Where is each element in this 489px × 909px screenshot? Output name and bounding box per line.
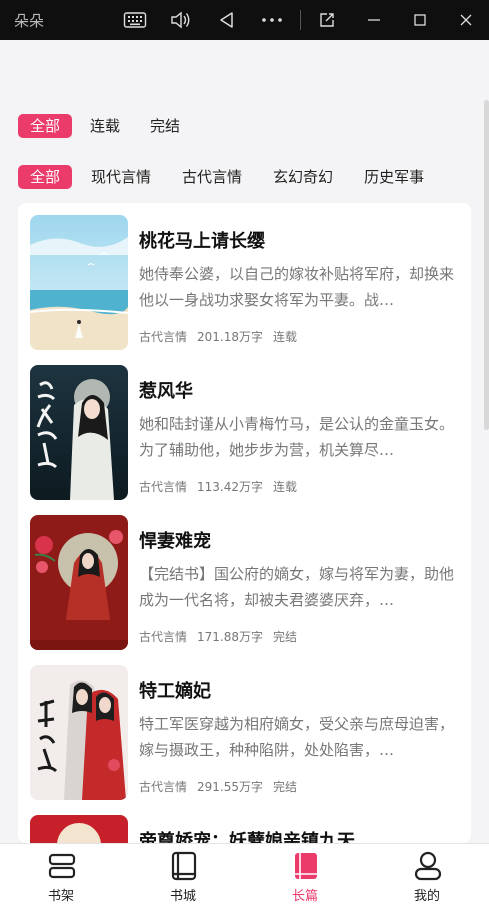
close-icon[interactable]: [452, 6, 480, 34]
book-word-count: 171.88万字: [197, 630, 264, 644]
book-description: 特工军医穿越为相府嫡女，受父亲与庶母迫害，嫁与摄政王，种种陷阱，处处陷害，…: [139, 715, 455, 759]
book-word-count: 113.42万字: [197, 480, 264, 494]
book-meta: 古代言情 113.42万字 连载: [139, 478, 307, 495]
book-description: 她侍奉公婆，以自己的嫁妆补贴将军府，却换来他以一身战功求娶女将军为平妻。战…: [139, 265, 455, 309]
book-status: 连载: [273, 330, 298, 344]
book-icon: [290, 850, 322, 882]
nav-bookshelf[interactable]: 书架: [0, 844, 122, 909]
book-title[interactable]: 悍妻难宠: [139, 527, 211, 553]
minimize-icon[interactable]: [360, 6, 388, 34]
list-item[interactable]: 悍妻难宠 【完结书】国公府的嫡女，嫁与将军为妻，助他成为一代名将，却被夫君婆婆厌…: [30, 515, 460, 651]
book-genre: 古代言情: [139, 780, 188, 794]
nav-label: 书架: [47, 889, 74, 904]
nav-bookstore[interactable]: 书城: [122, 844, 244, 909]
book-status: 完结: [273, 630, 298, 644]
status-filter-all[interactable]: 全部: [18, 114, 73, 138]
book-title[interactable]: 帝尊娇宠：妖孽娘亲镇九天: [139, 827, 355, 843]
nav-label: 长篇: [291, 889, 318, 904]
book-cover[interactable]: [30, 665, 128, 800]
book-meta: 古代言情 171.88万字 完结: [139, 628, 307, 645]
genre-filter-ancient-romance[interactable]: 古代言情: [170, 165, 254, 189]
book-list: 桃花马上请长缨 她侍奉公婆，以自己的嫁妆补贴将军府，却换来他以一身战功求娶女将军…: [18, 203, 471, 843]
book-title[interactable]: 桃花马上请长缨: [139, 227, 265, 253]
book-status: 连载: [273, 480, 298, 494]
book-genre: 古代言情: [139, 330, 188, 344]
book-cover[interactable]: [30, 365, 128, 500]
list-item[interactable]: 桃花马上请长缨 她侍奉公婆，以自己的嫁妆补贴将军府，却换来他以一身战功求娶女将军…: [30, 215, 460, 351]
book-meta: 古代言情 291.55万字 完结: [139, 778, 307, 795]
app-title: 朵朵: [14, 12, 45, 30]
book-title[interactable]: 惹风华: [139, 377, 193, 403]
genre-filter-all[interactable]: 全部: [18, 165, 73, 189]
list-item[interactable]: 帝尊娇宠：妖孽娘亲镇九天: [30, 815, 460, 843]
genre-filter-fantasy[interactable]: 玄幻奇幻: [261, 165, 345, 189]
status-filter-completed[interactable]: 完结: [138, 114, 192, 138]
resize-icon[interactable]: [313, 6, 341, 34]
genre-filter-modern-romance[interactable]: 现代言情: [79, 165, 163, 189]
list-item[interactable]: 惹风华 她和陆封谨从小青梅竹马，是公认的金童玉女。为了辅助他，她步步为营，机关算…: [30, 365, 460, 501]
book-genre: 古代言情: [139, 630, 188, 644]
volume-icon[interactable]: [166, 6, 194, 34]
scrollbar[interactable]: [484, 100, 489, 430]
nav-profile[interactable]: 我的: [366, 844, 488, 909]
book-status: 完结: [273, 780, 298, 794]
keyboard-icon[interactable]: [121, 6, 149, 34]
bookstore-icon: [168, 850, 200, 882]
genre-filter: 全部 现代言情 古代言情 玄幻奇幻 历史军事: [18, 165, 443, 189]
book-meta: 古代言情 201.18万字 连载: [139, 328, 307, 345]
back-triangle-icon[interactable]: [212, 6, 240, 34]
book-genre: 古代言情: [139, 480, 188, 494]
book-cover[interactable]: [30, 515, 128, 650]
profile-icon: [412, 850, 444, 882]
genre-filter-history-military[interactable]: 历史军事: [352, 165, 436, 189]
more-icon[interactable]: [258, 6, 286, 34]
list-item[interactable]: 特工嫡妃 特工军医穿越为相府嫡女，受父亲与庶母迫害，嫁与摄政王，种种陷阱，处处陷…: [30, 665, 460, 801]
status-filter-serializing[interactable]: 连载: [78, 114, 132, 138]
titlebar-separator: [300, 10, 301, 30]
maximize-icon[interactable]: [406, 6, 434, 34]
book-word-count: 291.55万字: [197, 780, 264, 794]
nav-label: 我的: [413, 889, 440, 904]
nav-label: 书城: [169, 889, 196, 904]
book-cover[interactable]: [30, 215, 128, 350]
book-description: 她和陆封谨从小青梅竹马，是公认的金童玉女。为了辅助他，她步步为营，机关算尽…: [139, 415, 455, 459]
bottom-navigation: 书架 书城 长篇 我的: [0, 843, 489, 909]
status-filter: 全部 连载 完结: [18, 114, 198, 138]
window-titlebar: 朵朵: [0, 0, 489, 40]
nav-long-novels[interactable]: 长篇: [244, 844, 366, 909]
book-cover[interactable]: [30, 815, 128, 843]
book-title[interactable]: 特工嫡妃: [139, 677, 211, 703]
bookshelf-icon: [46, 850, 78, 882]
book-word-count: 201.18万字: [197, 330, 264, 344]
book-description: 【完结书】国公府的嫡女，嫁与将军为妻，助他成为一代名将，却被夫君婆婆厌弃，…: [139, 565, 455, 609]
